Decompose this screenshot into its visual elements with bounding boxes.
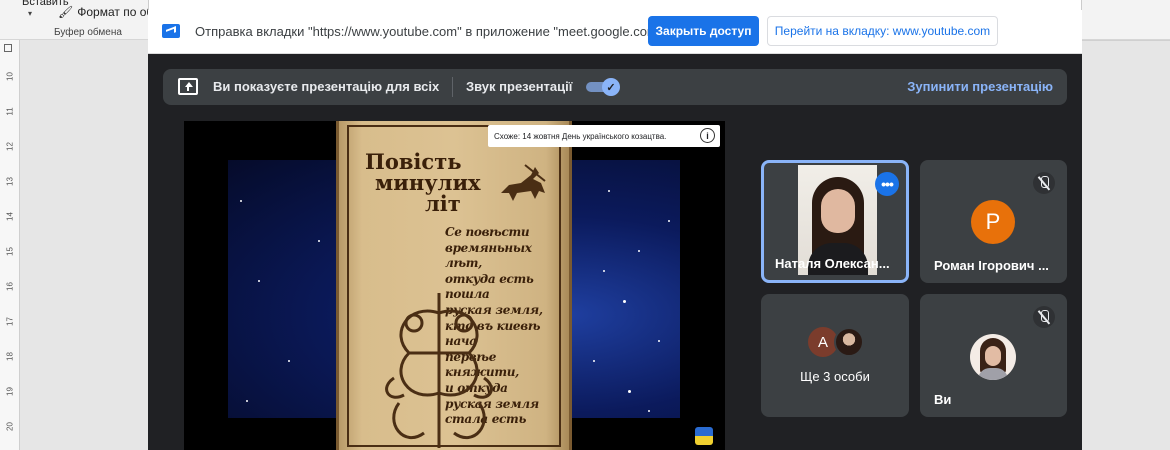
video-tooltip: Схоже: 14 жовтня День українського козац… bbox=[488, 125, 720, 147]
divider bbox=[452, 77, 453, 97]
book-title: Повість минулих літ bbox=[365, 151, 481, 214]
presentation-sound-label: Звук презентації bbox=[466, 79, 573, 94]
book-cover: Повість минулих літ Се повѣсти времяньны… bbox=[336, 121, 572, 450]
participant-name: Ви bbox=[934, 392, 952, 407]
ruler-tick: 11 bbox=[5, 107, 15, 116]
meet-window: Ви показуєте презентацію для всіх Звук п… bbox=[148, 54, 1082, 450]
clipboard-group-label: Буфер обмена bbox=[54, 27, 122, 38]
ruler-tick: 20 bbox=[5, 422, 15, 431]
presentation-video[interactable]: Повість минулих літ Се повѣсти времяньны… bbox=[184, 121, 725, 450]
stop-sharing-button[interactable]: Закрыть доступ bbox=[648, 16, 759, 46]
book-title-line: минулих bbox=[375, 170, 481, 195]
presenting-status: Ви показуєте презентацію для всіх bbox=[213, 79, 440, 94]
participant-name: Роман Ігорович ... bbox=[934, 258, 1049, 273]
vertical-ruler[interactable]: 10 11 12 13 14 15 16 17 18 19 20 bbox=[0, 40, 20, 450]
tab-sharing-infobar: Отправка вкладки "https://www.youtube.co… bbox=[148, 10, 1082, 54]
mic-off-icon bbox=[1033, 172, 1055, 194]
ruler-tick: 19 bbox=[5, 387, 15, 396]
book-frame: Повість минулих літ Се повѣсти времяньны… bbox=[347, 125, 561, 448]
ruler-tick: 14 bbox=[5, 212, 15, 221]
word-document-area-right bbox=[1082, 40, 1170, 450]
participant-tile[interactable]: ••• Наталя Олексан... bbox=[761, 160, 909, 283]
tooltip-text: Схоже: 14 жовтня День українського козац… bbox=[494, 131, 667, 141]
book-title-line: літ bbox=[425, 191, 461, 216]
present-screen-icon bbox=[178, 78, 198, 95]
ruler-tick: 12 bbox=[5, 142, 15, 151]
chrome-window-top bbox=[148, 0, 1082, 10]
book-text-line: Се повѣсти bbox=[445, 225, 530, 239]
word-document-margin bbox=[0, 40, 148, 450]
avatar bbox=[834, 327, 864, 357]
mic-off-icon bbox=[1033, 306, 1055, 328]
others-count: Ще 3 особи bbox=[800, 369, 870, 384]
format-painter-button[interactable]: 🖌 Формат по обр bbox=[58, 5, 160, 19]
horse-rider-icon bbox=[501, 164, 546, 201]
go-to-tab-button[interactable]: Перейти на вкладку: www.youtube.com bbox=[767, 16, 998, 46]
participant-tile[interactable]: Р Роман Ігорович ... bbox=[920, 160, 1067, 283]
chevron-down-icon[interactable]: ▾ bbox=[28, 9, 32, 18]
brush-icon: 🖌 bbox=[58, 5, 74, 19]
ruler-tick: 10 bbox=[5, 72, 15, 81]
ukraine-flag-icon bbox=[695, 427, 713, 445]
cast-icon bbox=[162, 24, 180, 38]
participant-tile[interactable]: А Ще 3 особи bbox=[761, 294, 909, 417]
screen: Вставить ▾ 🖌 Формат по обр Буфер обмена … bbox=[0, 0, 1170, 450]
avatar: Р bbox=[971, 200, 1015, 244]
presentation-sound-toggle[interactable]: ✓ bbox=[586, 78, 622, 96]
info-icon[interactable]: i bbox=[700, 128, 715, 143]
avatar bbox=[970, 334, 1016, 380]
sharing-message: Отправка вкладки "https://www.youtube.co… bbox=[195, 24, 674, 39]
participant-name: Наталя Олексан... bbox=[775, 256, 890, 271]
stop-presenting-button[interactable]: Зупинити презентацію bbox=[907, 79, 1053, 94]
book-text-line: времяньных лѣт, bbox=[445, 240, 532, 271]
ruler-tick: 16 bbox=[5, 282, 15, 291]
ruler-tick: 13 bbox=[5, 177, 15, 186]
ruler-tick: 18 bbox=[5, 352, 15, 361]
ruler-corner-icon bbox=[4, 44, 12, 52]
check-icon: ✓ bbox=[602, 78, 620, 96]
presentation-bar: Ви показуєте презентацію для всіх Звук п… bbox=[163, 69, 1067, 105]
participant-tile[interactable]: Ви bbox=[920, 294, 1067, 417]
ruler-tick: 17 bbox=[5, 317, 15, 326]
ruler-tick: 15 bbox=[5, 247, 15, 256]
more-options-icon[interactable]: ••• bbox=[875, 172, 899, 196]
ornament-icon bbox=[385, 293, 493, 448]
